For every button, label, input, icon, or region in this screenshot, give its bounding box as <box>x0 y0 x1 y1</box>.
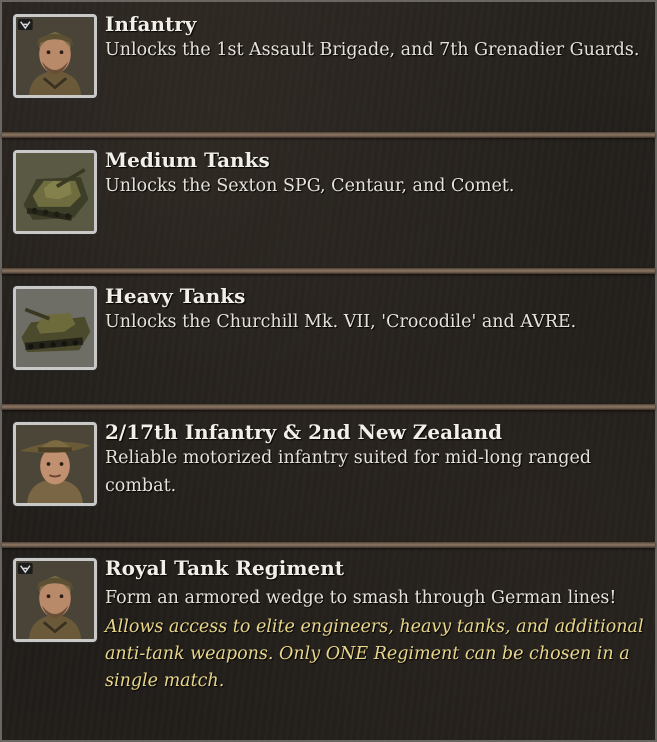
entry-title: Medium Tanks <box>105 148 270 172</box>
entry-description: Form an armored wedge to smash through G… <box>105 588 617 608</box>
infantry-officer-portrait-icon <box>13 558 97 642</box>
entry-infantry[interactable]: Infantry Unlocks the 1st Assault Brigade… <box>2 2 655 132</box>
entry-note: Allows access to elite engineers, heavy … <box>105 617 644 691</box>
entry-title: Infantry <box>105 12 197 36</box>
entry-royal-tank-regiment[interactable]: Royal Tank Regiment Form an armored wedg… <box>2 548 655 742</box>
entry-heavy-tanks[interactable]: Heavy Tanks Unlocks the Churchill Mk. VI… <box>2 274 655 404</box>
entry-medium-tanks[interactable]: Medium Tanks Unlocks the Sexton SPG, Cen… <box>2 138 655 268</box>
entry-description: Unlocks the 1st Assault Brigade, and 7th… <box>105 40 640 60</box>
regiment-selection-panel: Infantry Unlocks the 1st Assault Brigade… <box>0 0 657 742</box>
entry-title: Heavy Tanks <box>105 284 246 308</box>
entry-title: Royal Tank Regiment <box>105 556 344 580</box>
entry-217th-infantry-2nd-new-zealand[interactable]: 2/17th Infantry & 2nd New Zealand Reliab… <box>2 410 655 542</box>
entry-description: Reliable motorized infantry suited for m… <box>105 448 592 496</box>
infantry-officer-portrait-icon <box>13 14 97 98</box>
entry-description: Unlocks the Churchill Mk. VII, 'Crocodil… <box>105 312 577 332</box>
entry-title: 2/17th Infantry & 2nd New Zealand <box>105 420 503 444</box>
medium-tank-portrait-icon <box>13 150 97 234</box>
entry-description: Unlocks the Sexton SPG, Centaur, and Com… <box>105 176 515 196</box>
heavy-tank-portrait-icon <box>13 286 97 370</box>
slouch-hat-soldier-portrait-icon <box>13 422 97 506</box>
